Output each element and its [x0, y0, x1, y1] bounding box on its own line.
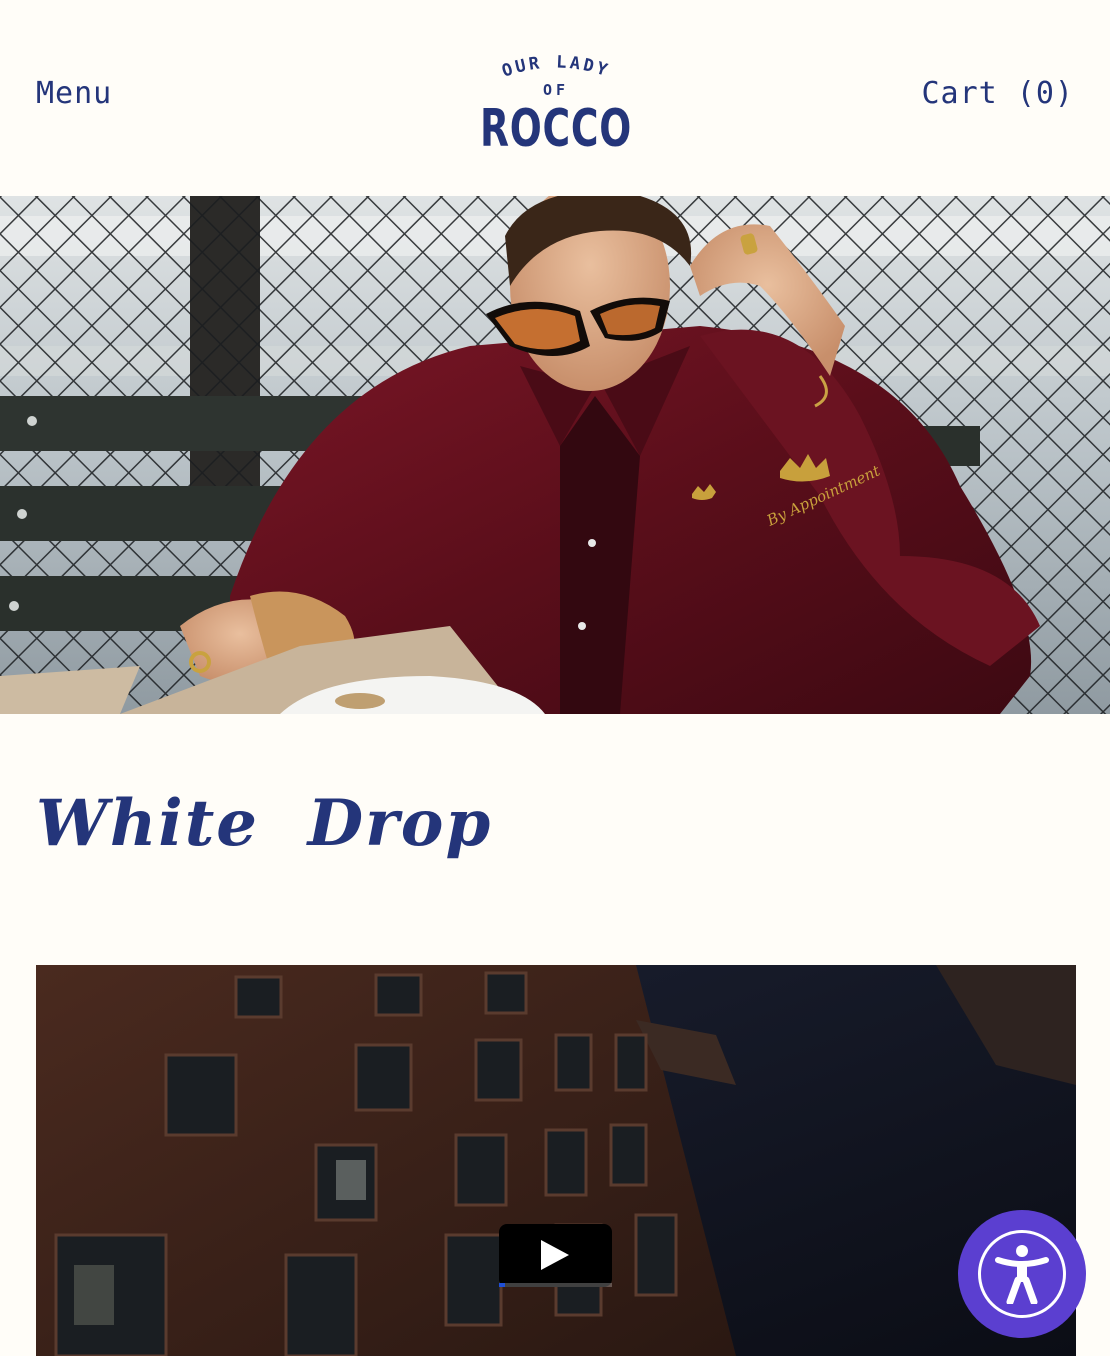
play-icon — [541, 1240, 569, 1270]
logo-line-3: ROCCO — [480, 99, 632, 150]
logo-mark: OUR LADY OF ROCCO — [480, 52, 632, 150]
svg-text:OUR LADY: OUR LADY — [500, 52, 613, 81]
video-thumbnail — [36, 965, 1076, 1356]
brand-logo[interactable]: OUR LADY OF ROCCO — [476, 52, 636, 150]
menu-button[interactable]: Menu — [36, 76, 112, 111]
hero-photo: By Appointment — [0, 196, 1110, 714]
cart-button[interactable]: Cart (0) — [922, 76, 1075, 111]
video-player[interactable] — [36, 965, 1076, 1356]
page-title: White Drop — [36, 786, 493, 861]
site-header: Menu OUR LADY OF ROCCO Cart (0) — [0, 0, 1110, 196]
play-button[interactable] — [499, 1224, 612, 1287]
accessibility-button[interactable] — [958, 1210, 1086, 1338]
accessibility-icon — [995, 1245, 1049, 1304]
video-progress-bar[interactable] — [499, 1283, 612, 1287]
logo-line-1: OUR LADY — [500, 52, 610, 81]
hero-image: By Appointment — [0, 196, 1110, 714]
video-progress-fill — [499, 1283, 505, 1287]
logo-line-2: OF — [543, 81, 569, 99]
